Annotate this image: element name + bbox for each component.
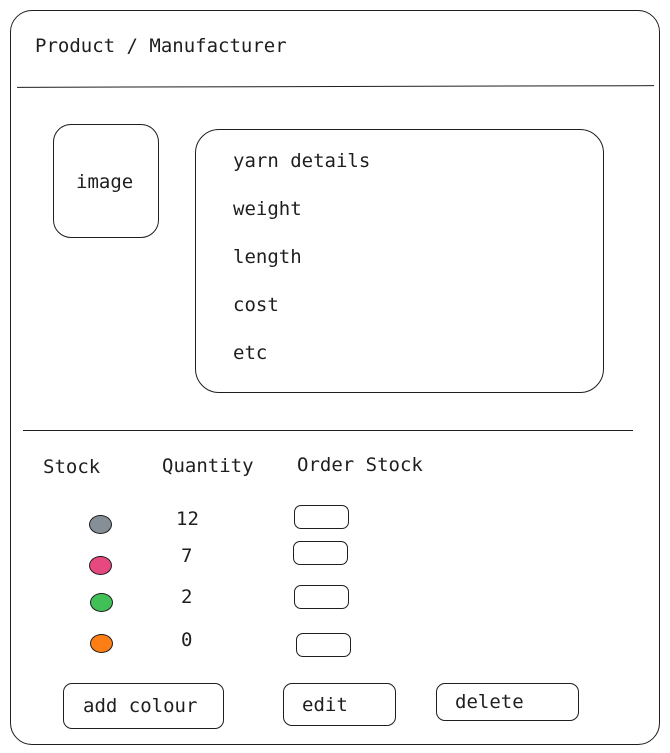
- order-stock-input[interactable]: [294, 585, 349, 609]
- delete-button[interactable]: delete: [436, 683, 579, 721]
- quantity-value: 2: [181, 586, 193, 608]
- quantity-value: 0: [181, 629, 193, 651]
- stock-swatch-pink: [89, 556, 112, 575]
- stock-swatch-green: [90, 593, 113, 612]
- product-image-placeholder: image: [53, 124, 159, 238]
- stock-header: Stock: [43, 456, 101, 478]
- detail-yarn-details: yarn details: [233, 150, 371, 172]
- detail-weight: weight: [233, 198, 302, 220]
- add-colour-label: add colour: [83, 695, 198, 717]
- detail-etc: etc: [233, 342, 268, 364]
- order-stock-input[interactable]: [296, 633, 351, 657]
- detail-length: length: [233, 246, 302, 268]
- image-label: image: [76, 171, 134, 193]
- order-stock-header: Order Stock: [297, 454, 423, 476]
- quantity-header: Quantity: [162, 455, 254, 477]
- page-title: Product / Manufacturer: [35, 35, 287, 57]
- yarn-details-panel: yarn details weight length cost etc: [195, 129, 604, 393]
- quantity-value: 7: [181, 545, 193, 567]
- edit-label: edit: [302, 693, 348, 716]
- stock-swatch-orange: [90, 634, 113, 653]
- stock-divider: [23, 430, 633, 431]
- stock-swatch-grey: [89, 515, 112, 534]
- order-stock-input[interactable]: [294, 505, 349, 529]
- delete-label: delete: [455, 691, 524, 713]
- order-stock-input[interactable]: [293, 541, 348, 565]
- quantity-value: 12: [176, 508, 199, 530]
- detail-cost: cost: [233, 294, 279, 316]
- edit-button[interactable]: edit: [283, 683, 396, 726]
- add-colour-button[interactable]: add colour: [63, 683, 224, 729]
